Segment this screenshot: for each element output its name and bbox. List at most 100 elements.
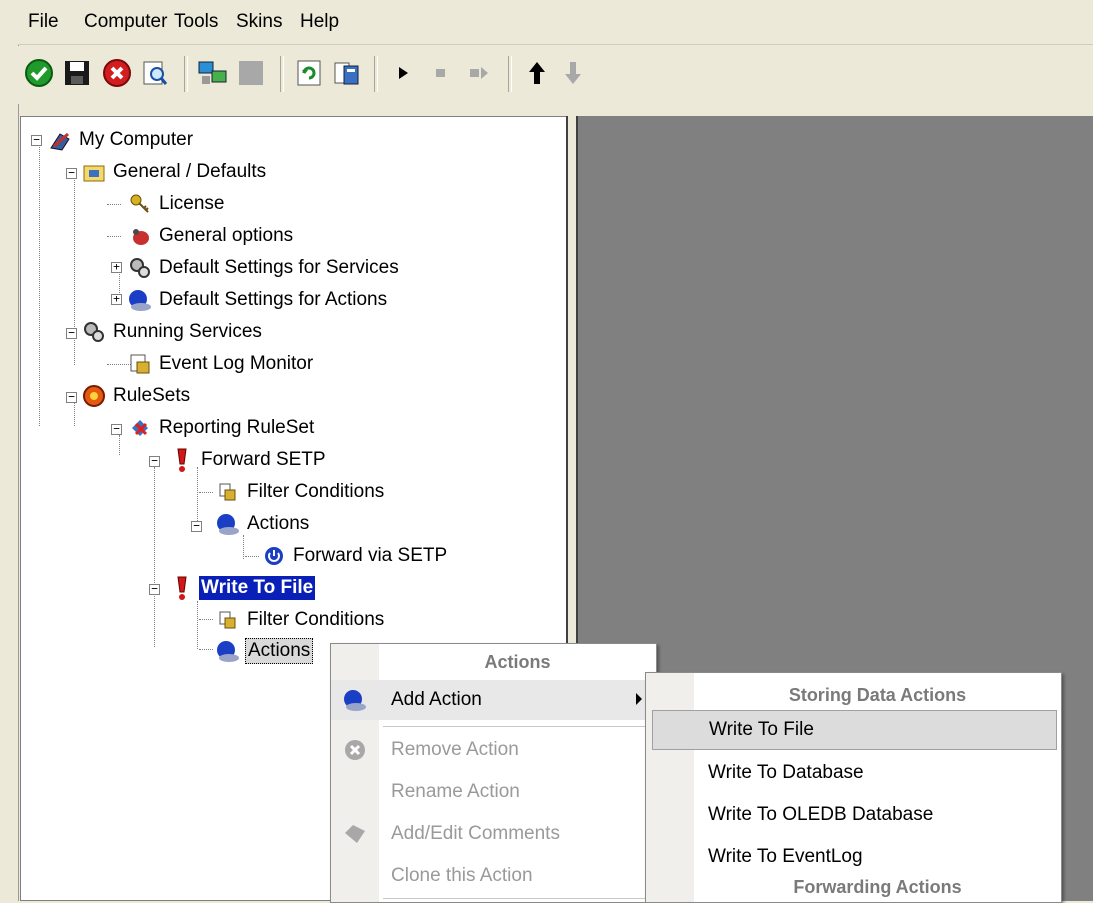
collapse-toggle[interactable]: − bbox=[66, 167, 77, 179]
menu-separator bbox=[383, 726, 651, 727]
collapse-toggle[interactable]: − bbox=[191, 520, 202, 532]
globe-icon bbox=[215, 638, 241, 664]
menu-computer[interactable]: Computer bbox=[84, 11, 167, 33]
find-button[interactable] bbox=[136, 54, 174, 92]
collapse-toggle[interactable]: − bbox=[31, 134, 42, 146]
tree-line bbox=[154, 467, 155, 647]
tree-node-forward-via-setp[interactable]: Forward via SETP bbox=[261, 542, 449, 570]
submenu-arrow-icon bbox=[634, 692, 644, 711]
cancel-icon bbox=[103, 59, 131, 87]
tree-node-label: Forward via SETP bbox=[293, 545, 448, 566]
tree-node-my-computer[interactable]: My Computer bbox=[47, 126, 195, 154]
folder-settings-icon bbox=[81, 159, 107, 185]
write-to-eventlog-menu-item[interactable]: Write To EventLog bbox=[652, 837, 1057, 877]
network-icon bbox=[198, 61, 227, 84]
network-button[interactable] bbox=[194, 54, 232, 92]
move-down-button[interactable] bbox=[554, 54, 592, 92]
menu-tools[interactable]: Tools bbox=[174, 11, 218, 33]
config-button[interactable] bbox=[328, 54, 366, 92]
write-to-oledb-menu-item[interactable]: Write To OLEDB Database bbox=[652, 795, 1057, 835]
remove-action-menu-item[interactable]: Remove Action bbox=[331, 730, 656, 770]
write-to-file-menu-item[interactable]: Write To File bbox=[652, 710, 1057, 750]
submenu-header-storing: Storing Data Actions bbox=[788, 685, 967, 705]
tree-line bbox=[74, 402, 75, 426]
search-icon bbox=[143, 61, 168, 85]
filter-icon bbox=[215, 607, 241, 633]
comment-icon bbox=[331, 814, 379, 854]
ok-icon bbox=[25, 59, 53, 87]
tree-line bbox=[119, 435, 120, 455]
tree-node-rulesets[interactable]: RuleSets bbox=[81, 382, 192, 410]
save-button[interactable] bbox=[58, 54, 96, 92]
collapse-toggle[interactable]: − bbox=[66, 327, 77, 339]
tree-node-event-log-monitor[interactable]: Event Log Monitor bbox=[127, 350, 315, 378]
tree-node-label: Running Services bbox=[113, 321, 262, 342]
tree-line bbox=[39, 141, 40, 426]
ok-button[interactable] bbox=[20, 54, 58, 92]
toolbar-separator bbox=[184, 56, 188, 92]
tree-line bbox=[199, 492, 213, 493]
menu-file[interactable]: File bbox=[28, 11, 59, 33]
menu-item-label: Add Action bbox=[391, 689, 482, 710]
write-to-database-menu-item[interactable]: Write To Database bbox=[652, 753, 1057, 793]
cancel-button[interactable] bbox=[98, 54, 136, 92]
tree-node-label: Write To File bbox=[199, 576, 316, 600]
exclamation-icon bbox=[169, 447, 195, 473]
play-button[interactable] bbox=[384, 54, 422, 92]
computer-icon bbox=[47, 127, 73, 153]
menu-item-label: Write To OLEDB Database bbox=[708, 804, 934, 825]
collapse-toggle[interactable]: − bbox=[66, 391, 77, 403]
tree-node-default-actions[interactable]: Default Settings for Actions bbox=[127, 286, 389, 314]
tree-node-forward-setp[interactable]: Forward SETP bbox=[169, 446, 328, 474]
tree-line bbox=[74, 337, 75, 365]
toolbar-separator bbox=[508, 56, 512, 92]
menu-skins[interactable]: Skins bbox=[236, 11, 282, 33]
tree-node-general-options[interactable]: General options bbox=[127, 222, 295, 250]
tree-node-default-services[interactable]: Default Settings for Services bbox=[127, 254, 401, 282]
stop-button[interactable] bbox=[422, 54, 460, 92]
tree-node-label: Reporting RuleSet bbox=[159, 417, 315, 438]
globe-icon bbox=[331, 680, 379, 720]
tree-node-label: RuleSets bbox=[113, 385, 191, 406]
menu-item-label: Clone this Action bbox=[391, 865, 533, 886]
tree-node-actions-2[interactable]: Actions bbox=[215, 637, 314, 665]
tree-line bbox=[199, 649, 213, 650]
arrow-up-icon bbox=[529, 62, 545, 84]
disabled-square-button[interactable] bbox=[232, 54, 270, 92]
tree-line bbox=[245, 556, 259, 557]
collapse-toggle[interactable]: − bbox=[149, 583, 160, 595]
config-icon bbox=[334, 62, 359, 85]
menu-help[interactable]: Help bbox=[300, 11, 339, 33]
tree-node-filter-conditions-2[interactable]: Filter Conditions bbox=[215, 606, 386, 634]
menu-item-label: Write To Database bbox=[708, 762, 864, 783]
expand-toggle[interactable]: + bbox=[111, 261, 122, 273]
step-button[interactable] bbox=[460, 54, 498, 92]
power-icon bbox=[261, 543, 287, 569]
tree-node-write-to-file[interactable]: Write To File bbox=[169, 574, 316, 602]
tree-node-running-services[interactable]: Running Services bbox=[81, 318, 264, 346]
add-action-menu-item[interactable]: Add Action bbox=[331, 680, 656, 720]
refresh-button[interactable] bbox=[290, 54, 328, 92]
clone-action-menu-item[interactable]: Clone this Action bbox=[331, 856, 656, 896]
collapse-toggle[interactable]: − bbox=[149, 455, 160, 467]
menubar: File Computer Tools Skins Help bbox=[18, 0, 1093, 45]
tree-node-label: Filter Conditions bbox=[247, 609, 385, 630]
tree-node-filter-conditions-1[interactable]: Filter Conditions bbox=[215, 478, 386, 506]
move-up-button[interactable] bbox=[518, 54, 556, 92]
arrow-down-icon bbox=[565, 62, 581, 84]
ruleset-icon bbox=[127, 415, 153, 441]
tree-node-actions-1[interactable]: Actions bbox=[215, 510, 311, 538]
add-edit-comments-menu-item[interactable]: Add/Edit Comments bbox=[331, 814, 656, 854]
tree-node-label: Default Settings for Actions bbox=[159, 289, 388, 310]
tree-node-general-defaults[interactable]: General / Defaults bbox=[81, 158, 268, 186]
tree-line bbox=[199, 619, 213, 620]
expand-toggle[interactable]: + bbox=[111, 293, 122, 305]
tree-node-license[interactable]: License bbox=[127, 190, 227, 218]
play-icon bbox=[399, 67, 408, 79]
tree-node-label: Default Settings for Services bbox=[159, 257, 399, 278]
collapse-toggle[interactable]: − bbox=[111, 423, 122, 435]
rename-action-menu-item[interactable]: Rename Action bbox=[331, 772, 656, 812]
window-left-edge bbox=[0, 0, 19, 901]
tree-node-label: Actions bbox=[247, 513, 310, 534]
tree-node-reporting-ruleset[interactable]: Reporting RuleSet bbox=[127, 414, 316, 442]
